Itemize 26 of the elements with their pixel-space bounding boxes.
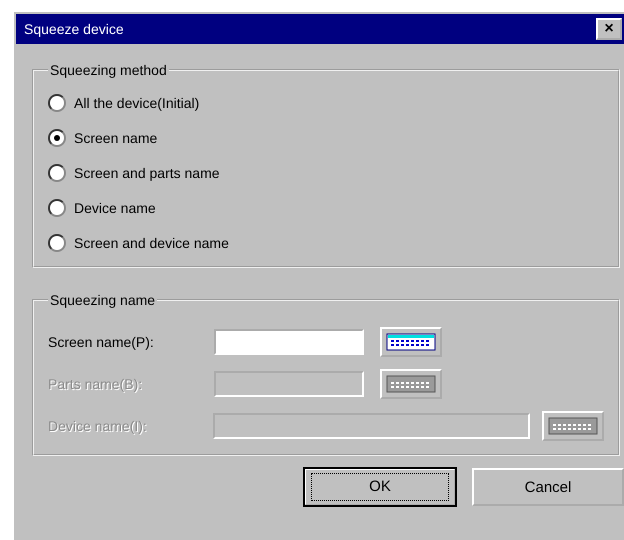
radio-button[interactable]	[48, 129, 66, 147]
keyboard-button[interactable]	[380, 369, 442, 399]
keyboard-button[interactable]	[542, 411, 604, 441]
radio-label[interactable]: Screen and device name	[74, 235, 229, 251]
keyboard-icon	[386, 375, 436, 393]
radio-label[interactable]: All the device(Initial)	[74, 95, 200, 111]
radio-button[interactable]	[48, 164, 66, 182]
radio-label[interactable]: Device name	[74, 200, 156, 216]
radio-button[interactable]	[48, 199, 66, 217]
close-button[interactable]: ×	[596, 18, 622, 40]
field-label: Device name(I):	[48, 418, 148, 434]
radio-button[interactable]	[48, 94, 66, 112]
window-title: Squeeze device	[24, 21, 124, 37]
radio-label[interactable]: Screen name	[74, 130, 158, 146]
field-label: Screen name(P):	[48, 334, 155, 350]
group-title: Squeezing name	[49, 292, 156, 308]
field-label: Parts name(B):	[48, 376, 144, 392]
keyboard-button[interactable]	[380, 327, 442, 357]
input-field[interactable]	[214, 329, 364, 355]
radio-button[interactable]	[48, 234, 66, 252]
dialog-button[interactable]: OK	[304, 468, 456, 506]
group-title: Squeezing method	[49, 62, 168, 78]
dialog-button[interactable]: Cancel	[472, 468, 624, 506]
radio-label[interactable]: Screen and parts name	[74, 165, 220, 181]
keyboard-icon	[548, 417, 598, 435]
keyboard-icon	[386, 333, 436, 351]
